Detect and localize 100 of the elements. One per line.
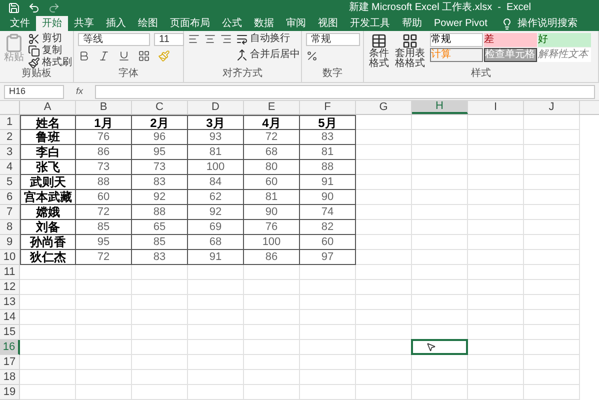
group-label: 数字 [322,68,344,81]
table-format-button[interactable]: 套用表格格式 [394,33,426,69]
grid-cell [132,295,188,310]
underline-icon[interactable] [118,50,130,62]
grid-cell [468,310,524,325]
column-header[interactable]: F [300,101,356,114]
ribbon-tab[interactable]: 公式 [216,16,248,31]
ribbon-tab[interactable]: 绘图 [132,16,164,31]
ribbon-tab[interactable]: 视图 [312,16,344,31]
ribbon-tab[interactable]: 开发工具 [344,16,396,31]
ribbon-tab[interactable]: 帮助 [396,16,428,31]
grid-cell [356,355,412,370]
ribbon-tab[interactable]: 共享 [68,16,100,31]
row-header[interactable]: 11 [0,265,20,280]
grid-cell [356,205,412,220]
search-field[interactable]: 操作说明搜索 [517,16,588,31]
ribbon-tab[interactable]: Power Pivot [428,16,494,31]
column-header[interactable]: H [412,101,468,114]
undo-icon[interactable] [28,2,40,14]
conditional-format-button[interactable]: 条件格式 [368,33,390,69]
align-right-icon[interactable] [220,33,232,45]
cell-style-tile[interactable]: 好 [538,33,591,47]
row-header[interactable]: 10 [0,250,20,265]
align-center-icon[interactable] [204,33,216,45]
row-header[interactable]: 16 [0,340,20,355]
copy-button[interactable]: 复制 [28,45,72,57]
save-icon[interactable] [8,2,20,14]
ribbon-tab[interactable]: 文件 [4,16,36,31]
row-header[interactable]: 15 [0,325,20,340]
formula-input[interactable] [95,84,595,98]
ribbon-tab[interactable]: 数据 [248,16,280,31]
row-header[interactable]: 17 [0,355,20,370]
row-header[interactable]: 6 [0,190,20,205]
cursor-icon [426,342,436,352]
format-painter-button[interactable]: 格式刷 [28,57,72,69]
grid-cell [524,250,580,265]
cell-style-tile[interactable]: 常规 [430,33,483,47]
table-cell: 100 [244,235,300,250]
number-format-field[interactable]: 常规 [306,33,360,46]
border-icon[interactable] [138,50,150,62]
row-header[interactable]: 5 [0,175,20,190]
table-cell: 96 [132,130,188,145]
ribbon-tab[interactable]: 页面布局 [164,16,216,31]
font-size-field[interactable]: 11 [154,33,184,46]
merge-center-button[interactable]: 合并后居中 [236,49,300,61]
column-header[interactable]: E [244,101,300,114]
grid-cell [76,295,132,310]
grid-cell [412,280,468,295]
align-left-icon[interactable] [188,33,200,45]
bold-icon[interactable] [78,50,90,62]
percent-icon[interactable] [306,50,318,62]
table-cell: 73 [76,160,132,175]
ribbon-tab[interactable]: 插入 [100,16,132,31]
redo-icon[interactable] [48,2,60,14]
row-header[interactable]: 4 [0,160,20,175]
grid-cell [132,355,188,370]
row-header[interactable]: 2 [0,130,20,145]
grid-cell [132,310,188,325]
font-name-field[interactable]: 等线 [78,33,150,46]
function-label[interactable]: fx [68,84,92,98]
row-header[interactable]: 8 [0,220,20,235]
cut-button[interactable]: 剪切 [28,33,72,45]
row-header[interactable]: 7 [0,205,20,220]
table-cell: 81 [188,145,244,160]
grid-cell [20,370,76,385]
grid-cell [468,145,524,160]
column-header[interactable]: J [524,101,580,114]
clipboard-icon [4,33,24,53]
cell-style-tile[interactable]: 差 [484,33,537,47]
row-header[interactable]: 9 [0,235,20,250]
column-header[interactable]: C [132,101,188,114]
row-header[interactable]: 14 [0,310,20,325]
column-header[interactable]: A [20,101,76,114]
italic-icon[interactable] [98,50,110,62]
wrap-text-button[interactable]: 自动换行 [236,33,300,45]
grid-cell [76,340,132,355]
table-cell: 62 [188,190,244,205]
row-header[interactable]: 19 [0,385,20,400]
grid-cell [132,370,188,385]
grid-cell [468,250,524,265]
row-header[interactable]: 12 [0,280,20,295]
grid-cell [20,355,76,370]
cell-style-tile[interactable]: 解释性文本 [538,48,591,62]
table-cell: 孙尚香 [20,235,76,250]
row-header[interactable]: 18 [0,370,20,385]
lightbulb-icon[interactable] [501,18,514,30]
table-cell: 83 [300,130,356,145]
table-cell: 1月 [76,115,132,130]
column-header[interactable]: B [76,101,132,114]
ribbon-tab[interactable]: 开始 [36,16,68,31]
row-header[interactable]: 1 [0,115,20,130]
table-cell: 68 [244,145,300,160]
name-box[interactable]: H16 [4,84,64,98]
row-header[interactable]: 3 [0,145,20,160]
grid-cell [76,280,132,295]
ribbon-tab[interactable]: 审阅 [280,16,312,31]
table-cell: 86 [244,250,300,265]
row-header[interactable]: 13 [0,295,20,310]
column-header[interactable]: D [188,101,244,114]
column-header[interactable]: I [468,101,524,114]
